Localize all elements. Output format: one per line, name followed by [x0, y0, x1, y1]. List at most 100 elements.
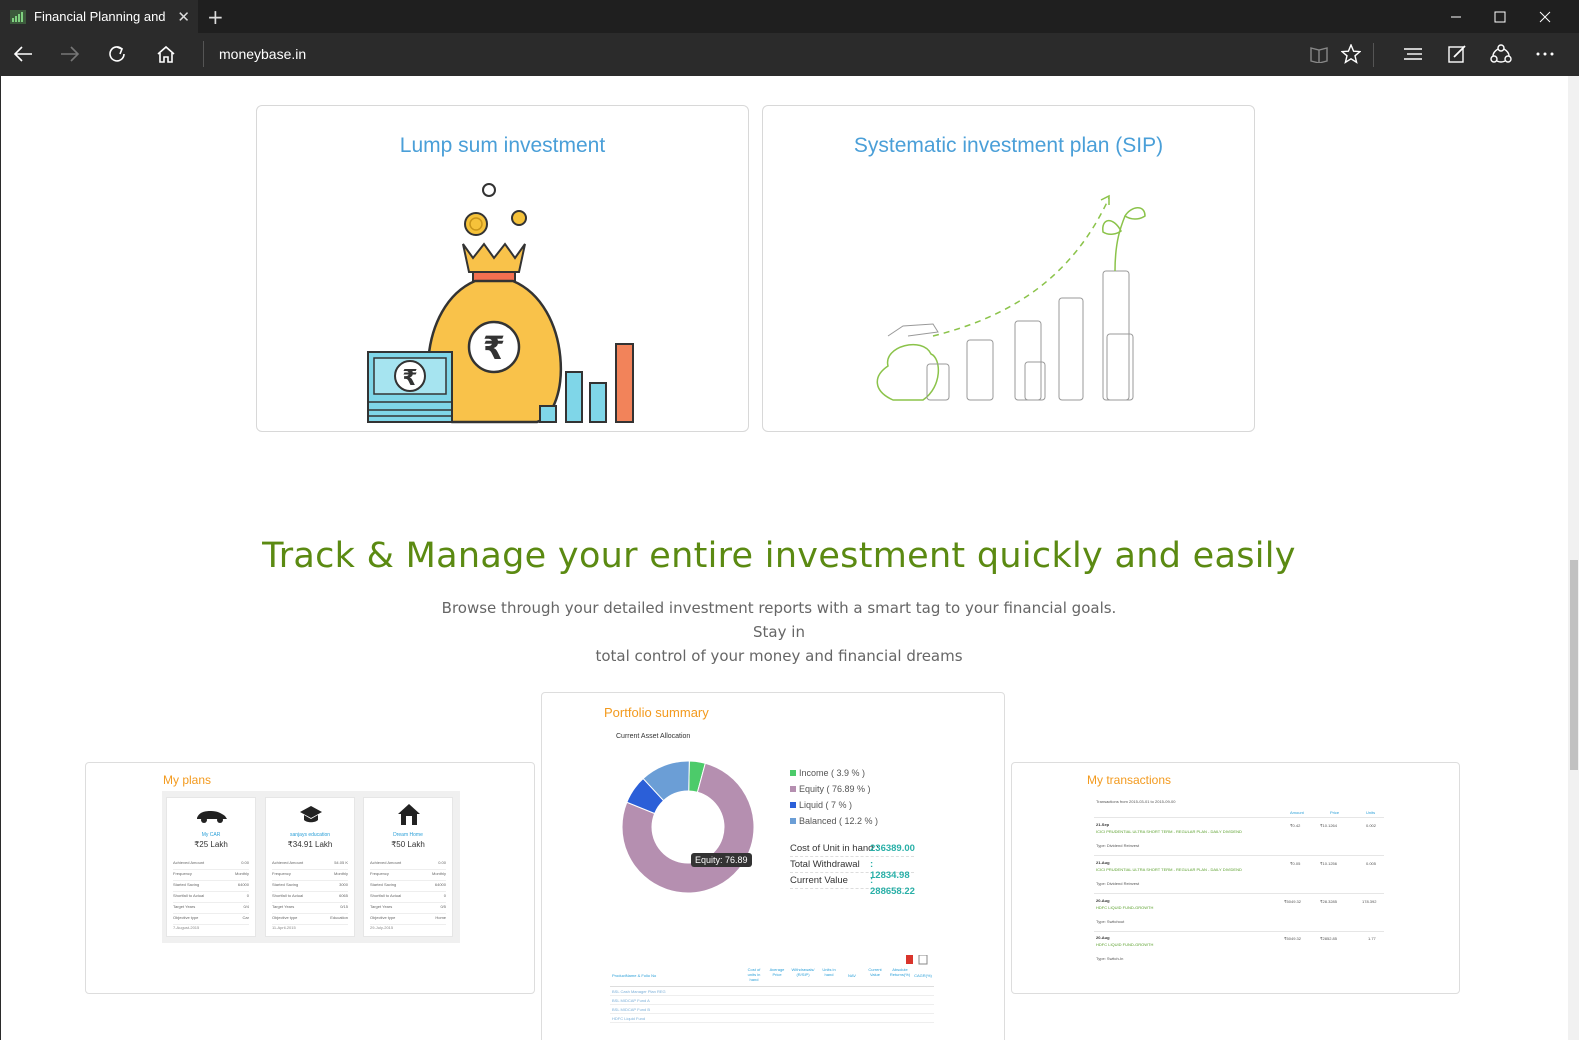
plan-value: ₹34.91 Lakh [287, 840, 333, 849]
share-icon [1490, 44, 1512, 63]
plan-row: Target Years 0/5 [370, 904, 446, 914]
plan-row: Started Saving 64000 [370, 882, 446, 892]
plan-row: Shortfall to Actual 0 [173, 893, 249, 903]
table-header: ProductName & Folio No Cost of units in … [610, 965, 934, 987]
plan-row: Started Saving 3000 [272, 882, 348, 892]
plan-row: Frequency Monthly [272, 871, 348, 881]
refresh-button[interactable] [101, 39, 133, 69]
favorite-button[interactable] [1335, 39, 1367, 69]
track-subtitle: Browse through your detailed investment … [431, 596, 1127, 668]
summary-current-value: Current Value: 288658.22 [790, 875, 915, 897]
transactions-range: Transactions from 2015-03-01 to 2015-09-… [1096, 799, 1176, 804]
close-icon [1539, 11, 1551, 22]
plan-card-home[interactable]: Dream Home ₹50 Lakh Achieved Amount 0.00 … [363, 797, 453, 937]
plan-row: Target Years 0/15 [272, 904, 348, 914]
minimize-button[interactable] [1433, 0, 1479, 33]
summary-withdrawal: Total Withdrawal: 12834.98 [790, 859, 914, 881]
more-button[interactable] [1529, 39, 1561, 69]
plan-row: Started Saving 64000 [173, 882, 249, 892]
car-icon [197, 811, 227, 823]
col-amount: Amount [1290, 810, 1304, 815]
page-viewport: Lump sum investment ₹ ₹ Systematic inves… [0, 76, 1568, 1040]
plan-name: My CAR [201, 832, 221, 838]
divider [1094, 893, 1384, 894]
my-plans-card[interactable]: My plans My CAR ₹25 Lakh Achieved Amount… [85, 762, 535, 994]
portfolio-title: Portfolio summary [604, 705, 709, 720]
house-icon [398, 804, 420, 825]
chart-tooltip: Equity: 76.89 [691, 853, 752, 867]
minimize-icon [1451, 16, 1461, 17]
plan-row: Frequency Monthly [173, 871, 249, 881]
plan-row: Objective type Car [173, 915, 249, 925]
refresh-icon [109, 46, 125, 62]
plan-row: Objective type Education [272, 915, 348, 925]
table-row[interactable]: BSL MIDCAP Fund A [610, 996, 934, 1005]
home-button[interactable] [150, 39, 182, 69]
browser-tab[interactable]: Financial Planning and I ✕ [0, 0, 198, 33]
reading-view-button[interactable] [1303, 39, 1335, 69]
url-field[interactable]: moneybase.in [203, 41, 306, 67]
legend-equity[interactable]: Equity ( 76.89 % ) [790, 784, 871, 794]
title-bar: Financial Planning and I ✕ + [0, 0, 1579, 33]
plan-row: Achieved Amount 0.00 [173, 860, 249, 870]
col-price: Price [1330, 810, 1340, 815]
sip-card[interactable]: Systematic investment plan (SIP) [762, 105, 1255, 432]
maximize-button[interactable] [1477, 0, 1523, 33]
forward-button[interactable] [54, 39, 86, 69]
share-button[interactable] [1485, 39, 1517, 69]
svg-text:₹: ₹ [483, 329, 505, 367]
my-transactions-card[interactable]: My transactions Transactions from 2015-0… [1011, 762, 1460, 994]
home-icon [157, 45, 175, 63]
plan-row: Achieved Amount 0.00 [370, 860, 446, 870]
legend-balanced[interactable]: Balanced ( 12.2 % ) [790, 816, 878, 826]
plan-card-car[interactable]: My CAR ₹25 Lakh Achieved Amount 0.00 Freq… [166, 797, 256, 937]
legend-liquid[interactable]: Liquid ( 7 % ) [790, 800, 852, 810]
divider [1094, 855, 1384, 856]
tab-close-icon[interactable]: ✕ [177, 8, 190, 26]
lump-sum-card[interactable]: Lump sum investment ₹ ₹ [256, 105, 749, 432]
legend-swatch [790, 802, 796, 808]
legend-swatch [790, 818, 796, 824]
table-row[interactable]: HDFC Liquid Fund [610, 1014, 934, 1023]
address-bar: moneybase.in [0, 33, 1579, 76]
plan-name: sanjays education [289, 832, 331, 838]
col-units: Units [1366, 810, 1376, 815]
my-transactions-title: My transactions [1087, 773, 1172, 787]
plan-date: 11-April-2015 [272, 925, 296, 930]
lump-sum-title[interactable]: Lump sum investment [257, 134, 748, 158]
table-row[interactable]: BSL MIDCAP Fund B [610, 1005, 934, 1014]
forward-icon [61, 46, 80, 62]
plan-row: Achieved Amount 54.05 K [272, 860, 348, 870]
scrollbar-thumb[interactable] [1570, 560, 1578, 770]
sip-title[interactable]: Systematic investment plan (SIP) [763, 134, 1254, 158]
legend-income[interactable]: Income ( 3.9 % ) [790, 768, 865, 778]
portfolio-summary-card[interactable]: Portfolio summary Current Asset Allocati… [541, 692, 1005, 1040]
money-bag-illustration-icon: ₹ ₹ [367, 183, 634, 424]
toolbar-separator [1373, 43, 1374, 67]
pdf-icon [906, 955, 913, 964]
back-button[interactable] [7, 39, 39, 69]
legend-swatch [790, 770, 796, 776]
reading-view-icon [1310, 47, 1328, 63]
plan-card-education[interactable]: sanjays education ₹34.91 Lakh Achieved A… [265, 797, 355, 937]
plan-row: Shortfall to Actual 6065 [272, 893, 348, 903]
more-icon [1536, 52, 1554, 56]
graduation-cap-icon [300, 806, 322, 823]
track-subtitle-line-2: total control of your money and financia… [595, 647, 963, 665]
plan-date: 29-July-2015 [370, 925, 394, 930]
web-note-icon [1448, 45, 1466, 63]
back-icon [13, 46, 32, 62]
web-note-button[interactable] [1441, 39, 1473, 69]
table-row[interactable]: BSL Cash Manager Plan REG [610, 987, 934, 996]
sip-growth-illustration-icon [876, 194, 1146, 401]
export-icons[interactable] [906, 955, 930, 965]
hub-button[interactable] [1397, 39, 1429, 69]
new-tab-button[interactable]: + [207, 5, 224, 29]
tab-title: Financial Planning and I [34, 9, 170, 24]
plan-name: Dream Home [393, 832, 423, 838]
vertical-scrollbar[interactable] [1568, 76, 1579, 1040]
plans-panel: My CAR ₹25 Lakh Achieved Amount 0.00 Freq… [162, 791, 460, 943]
asset-allocation-donut [621, 760, 755, 894]
close-window-button[interactable] [1522, 0, 1568, 33]
maximize-icon [1494, 11, 1506, 22]
